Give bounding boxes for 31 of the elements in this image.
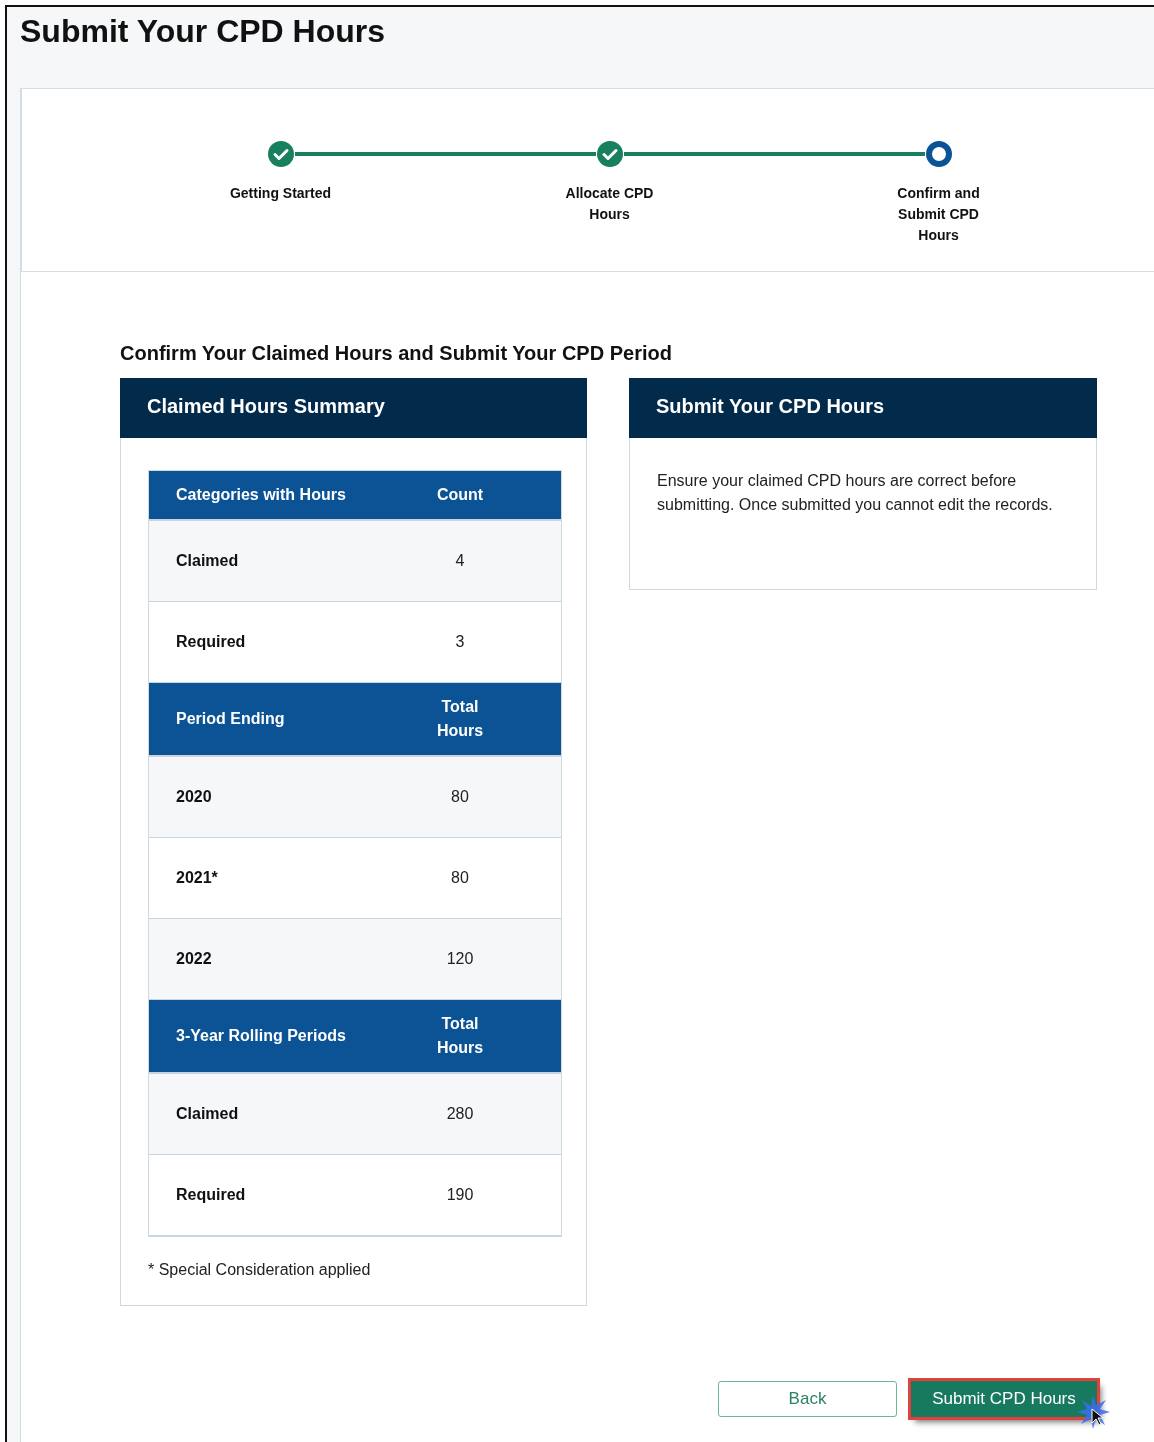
table-cell-text: 80 bbox=[450, 869, 470, 887]
table-cell-text: 280 bbox=[445, 1105, 475, 1123]
column-header: 3-Year Rolling Periods bbox=[175, 1026, 347, 1046]
step-label: Allocate CPD Hours bbox=[564, 184, 655, 224]
page-title: Submit Your CPD Hours bbox=[19, 12, 387, 51]
card-header: Submit Your CPD Hours bbox=[629, 378, 1097, 438]
section-heading: Confirm Your Claimed Hours and Submit Your CPD Period bbox=[120, 342, 673, 365]
table-cell-text: Claimed bbox=[175, 1105, 240, 1123]
table-cell-text: 2021* bbox=[175, 869, 219, 887]
table-cell-text: 4 bbox=[454, 552, 466, 570]
column-header: Count bbox=[436, 485, 485, 505]
submit-button[interactable]: Submit CPD Hours bbox=[911, 1381, 1097, 1417]
table-cell-text: 120 bbox=[445, 950, 475, 968]
table-cell-text: 80 bbox=[450, 788, 470, 806]
table-cell-text: Required bbox=[175, 633, 247, 651]
card-header: Claimed Hours Summary bbox=[120, 378, 587, 438]
column-header: Period Ending bbox=[175, 709, 286, 729]
column-header: Total Hours bbox=[435, 1014, 485, 1058]
table-cell-text: Required bbox=[175, 1186, 247, 1204]
footnote: * Special Consideration applied bbox=[148, 1261, 372, 1279]
table-cell-text: 190 bbox=[445, 1186, 475, 1204]
table-cell-text: Claimed bbox=[175, 552, 240, 570]
column-header: Total Hours bbox=[435, 697, 485, 741]
step-label: Getting Started bbox=[228, 184, 333, 203]
table-cell-text: 2022 bbox=[175, 950, 213, 968]
table-cell-text: 2020 bbox=[175, 788, 213, 806]
back-button[interactable]: Back bbox=[718, 1381, 897, 1417]
table-cell-text: 3 bbox=[454, 633, 466, 651]
column-header: Categories with Hours bbox=[175, 485, 347, 505]
step-label: Confirm and Submit CPD Hours bbox=[896, 184, 981, 245]
instruction-text: Ensure your claimed CPD hours are correct before submitting. Once submitted you cannot edit the records. bbox=[657, 471, 1054, 515]
